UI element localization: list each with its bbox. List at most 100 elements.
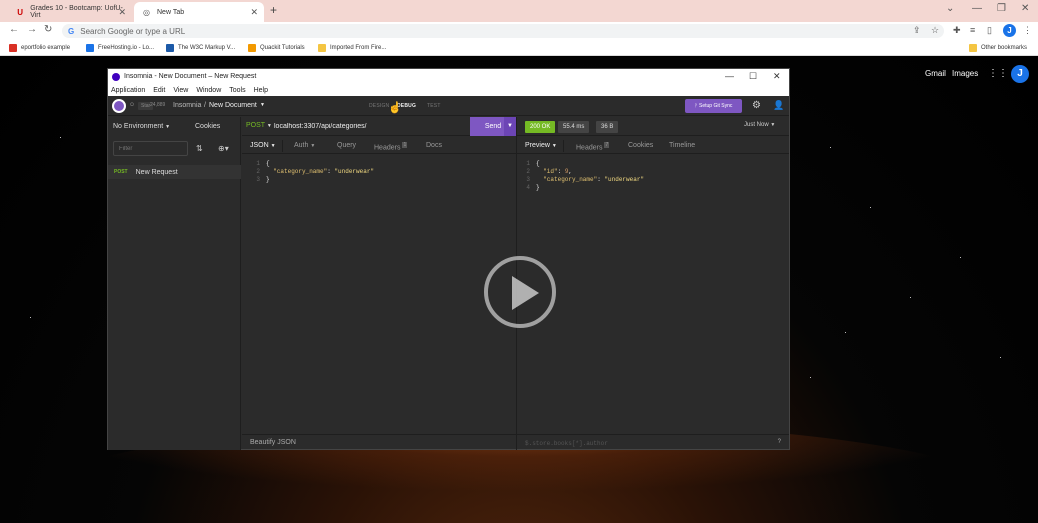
menu-view[interactable]: View [173, 87, 188, 94]
gmail-link[interactable]: Gmail [925, 69, 946, 78]
bookmark-item[interactable]: eportfolio example [9, 42, 70, 53]
tab-preview[interactable]: Preview ▼ [525, 142, 557, 149]
add-menu-icon[interactable]: ⊕▾ [218, 144, 229, 153]
chevron-down-icon[interactable]: ⌄ [946, 3, 954, 14]
insomnia-home-logo[interactable] [112, 99, 126, 113]
url-input[interactable] [274, 121, 464, 132]
browser-tab-new[interactable]: ◎ New Tab ✕ [134, 2, 264, 22]
json-key: "category_name" [543, 176, 598, 183]
tab-docs[interactable]: Docs [426, 142, 442, 149]
close-window-icon[interactable]: ✕ [1021, 3, 1029, 14]
close-tab-icon[interactable]: ✕ [118, 7, 126, 18]
setup-git-sync-button[interactable]: ᚹ Setup Git Sync [685, 99, 742, 113]
bookmark-label: Imported From Fire... [330, 44, 387, 51]
browser-toolbar: ← → ↻ G Search Google or type a URL ⇪ ☆ … [0, 22, 1038, 40]
menu-edit[interactable]: Edit [153, 87, 165, 94]
sidebar-request-item[interactable]: POST New Request [108, 165, 241, 179]
github-star-icon[interactable]: ⭘ [130, 102, 134, 108]
bookmark-item[interactable]: FreeHosting.io - Lo... [86, 42, 154, 53]
tab-auth[interactable]: Auth ▼ [294, 142, 315, 149]
restore-icon[interactable]: ❐ [997, 3, 1006, 14]
breadcrumb-root[interactable]: Insomnia [173, 102, 201, 109]
insomnia-title-bar: Insomnia - New Document – New Request — … [108, 69, 789, 84]
browser-tab-grades[interactable]: U Grades 10 - Bootcamp: UofU-Virt ✕ [8, 2, 132, 22]
omnibox[interactable]: G Search Google or type a URL [62, 24, 944, 38]
send-options-chevron-icon[interactable]: ▼ [504, 117, 516, 136]
code-text: } [536, 184, 540, 191]
side-panel-icon[interactable]: ▯ [987, 25, 992, 36]
environment-dropdown[interactable]: No Environment ▼ [113, 123, 170, 130]
sidebar-filter-input[interactable] [113, 141, 188, 156]
settings-gear-icon[interactable]: ⚙ [752, 100, 761, 111]
code-text: } [266, 176, 270, 183]
menu-help[interactable]: Help [254, 87, 268, 94]
code-line: 3 "category_name": "underwear" [518, 176, 644, 184]
code-line: 3} [248, 176, 374, 184]
new-tab-plus-icon[interactable]: + [270, 3, 277, 17]
tab-label: Auth [294, 142, 309, 149]
other-bookmarks-folder[interactable]: Other bookmarks [969, 42, 1027, 53]
cookies-button[interactable]: Cookies [195, 123, 220, 130]
line-number: 2 [256, 168, 260, 175]
google-account-avatar[interactable]: J [1011, 65, 1029, 83]
insomnia-header: ⭘ Star 24,889 Insomnia / New Document ▼ … [108, 96, 789, 116]
account-icon[interactable]: 👤 [773, 100, 784, 111]
request-tabs: JSON ▼ Auth ▼ Query Headers 1 Docs [242, 137, 516, 154]
minimize-icon[interactable]: — [972, 3, 982, 14]
tab-cookies[interactable]: Cookies [628, 142, 653, 149]
tab-headers[interactable]: Headers 7 [576, 142, 610, 151]
star [845, 332, 846, 333]
close-window-icon[interactable]: ✕ [773, 71, 781, 82]
kebab-menu-icon[interactable]: ⋮ [1023, 25, 1032, 36]
tab-design[interactable]: DESIGN [369, 103, 389, 109]
menu-tools[interactable]: Tools [229, 87, 245, 94]
profile-avatar[interactable]: J [1003, 24, 1016, 37]
maximize-icon[interactable]: ☐ [749, 71, 757, 82]
tab-divider [563, 140, 564, 152]
minimize-icon[interactable]: — [725, 71, 734, 81]
tab-label: Preview [525, 142, 550, 149]
insomnia-window: Insomnia - New Document – New Request — … [107, 68, 790, 450]
timestamp-label: Just Now [744, 122, 769, 128]
extensions-puzzle-icon[interactable]: ✚ [953, 25, 961, 36]
json-key: "category_name" [273, 168, 328, 175]
tab-headers[interactable]: Headers 1 [374, 142, 408, 152]
line-number: 3 [256, 176, 260, 183]
bookmark-favicon-icon [86, 43, 94, 52]
star [810, 377, 811, 378]
bookmark-star-icon[interactable]: ☆ [931, 25, 939, 36]
back-arrow-icon[interactable]: ← [9, 24, 19, 35]
help-icon[interactable]: ? [778, 439, 781, 445]
request-body-editor[interactable]: 1{ 2 "category_name": "underwear" 3} [248, 160, 374, 184]
document-dropdown[interactable]: New Document [209, 102, 257, 109]
tab-timeline[interactable]: Timeline [669, 142, 695, 149]
video-play-button[interactable] [484, 256, 556, 328]
chevron-down-icon: ▼ [551, 143, 557, 149]
response-filter-input[interactable]: $.store.books[*].author ? [517, 434, 789, 450]
media-queue-icon[interactable]: ≡ [970, 25, 975, 35]
beautify-json-button[interactable]: Beautify JSON [242, 434, 516, 450]
folder-icon [969, 43, 977, 52]
tab-title: Grades 10 - Bootcamp: UofU-Virt [30, 5, 123, 19]
reload-icon[interactable]: ↻ [44, 24, 52, 35]
line-number: 3 [526, 176, 530, 183]
star [910, 297, 911, 298]
forward-arrow-icon[interactable]: → [27, 24, 37, 35]
chevron-down-icon[interactable]: ▼ [260, 102, 265, 108]
close-tab-icon[interactable]: ✕ [250, 7, 258, 18]
images-link[interactable]: Images [952, 69, 978, 78]
bookmark-item[interactable]: The W3C Markup V... [166, 42, 235, 53]
tab-test[interactable]: TEST [427, 103, 441, 109]
bookmark-folder[interactable]: Imported From Fire... [318, 42, 386, 53]
menu-application[interactable]: Application [111, 87, 145, 94]
bookmark-item[interactable]: Quackit Tutorials [248, 42, 305, 53]
method-label: POST [246, 122, 265, 129]
tab-label: Headers [374, 144, 401, 152]
share-icon[interactable]: ⇪ [913, 25, 921, 36]
sort-icon[interactable]: ⇅ [196, 144, 203, 153]
response-history-dropdown[interactable]: Just Now ▼ [744, 122, 775, 128]
tab-json[interactable]: JSON ▼ [250, 142, 276, 149]
tab-query[interactable]: Query [337, 142, 356, 149]
menu-window[interactable]: Window [196, 87, 221, 94]
method-dropdown[interactable]: POST ▼ [246, 122, 272, 129]
